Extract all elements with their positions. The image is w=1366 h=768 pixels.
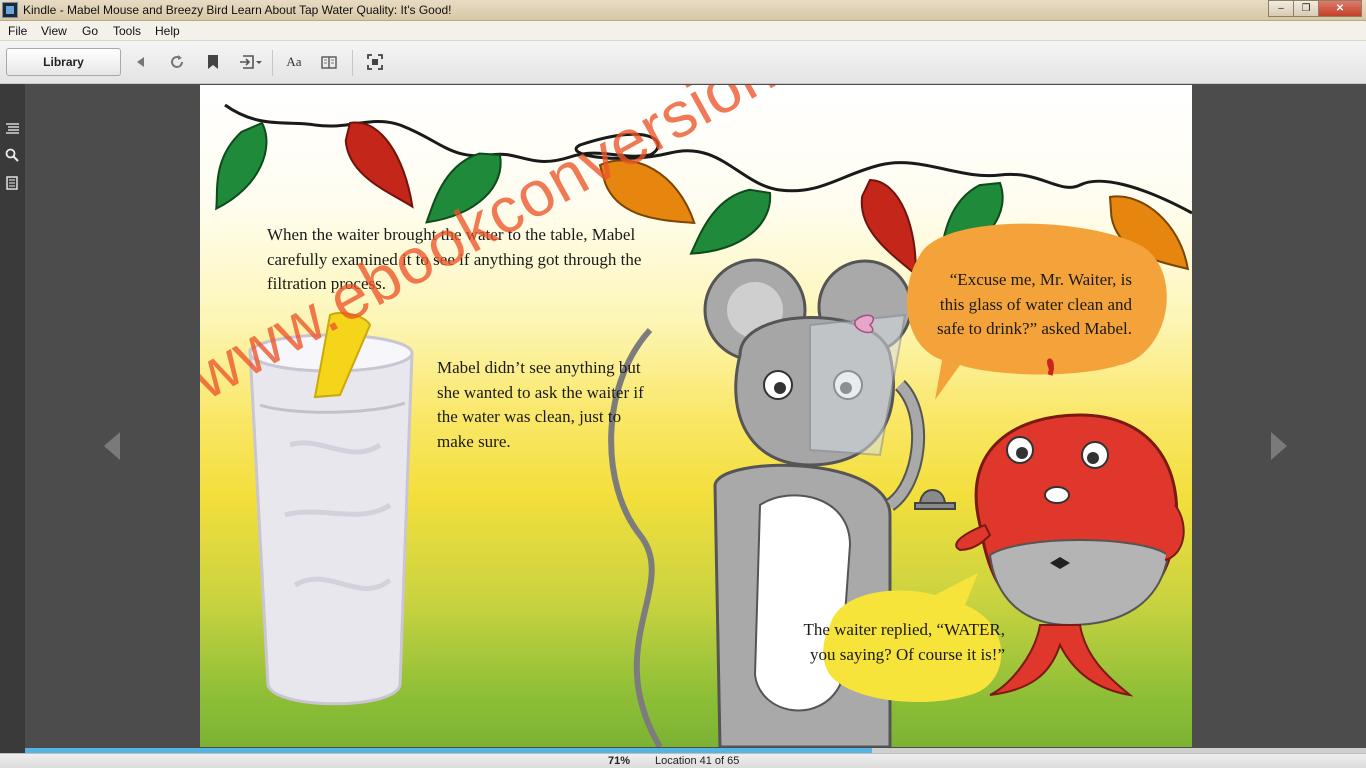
menu-bar: File View Go Tools Help [0,21,1366,41]
location-indicator: Location 41 of 65 [655,755,740,767]
view-mode-icon[interactable] [318,51,340,73]
window-title: Kindle - Mabel Mouse and Breezy Bird Lea… [23,3,452,17]
status-bar: 71% Location 41 of 65 [0,753,1366,768]
menu-file[interactable]: File [8,24,27,38]
menu-go[interactable]: Go [82,24,98,38]
previous-page-arrow-icon[interactable] [103,431,121,461]
mabel-speech-text: “Excuse me, Mr. Waiter, is this glass of… [937,270,1132,338]
goto-icon[interactable] [237,51,265,73]
font-icon[interactable]: Aa [283,51,305,73]
waiter-speech-text: The waiter replied, “WATER, you saying? … [803,620,1005,664]
search-icon[interactable] [4,147,20,163]
toolbar: Library Aa [0,41,1366,84]
notes-icon[interactable] [4,175,20,191]
next-page-arrow-icon[interactable] [1270,431,1288,461]
library-button[interactable]: Library [6,48,121,76]
menu-view[interactable]: View [41,24,67,38]
narration-paragraph-2: Mabel didn’t see anything but she wanted… [437,358,644,451]
book-page: When the waiter brought the water to the… [200,85,1192,747]
fullscreen-icon[interactable] [364,51,386,73]
toc-icon[interactable] [4,120,20,136]
window-controls: – ❐ ✕ [1268,0,1362,18]
progress-percent: 71% [608,755,631,767]
title-bar: Kindle - Mabel Mouse and Breezy Bird Lea… [0,0,1366,21]
kindle-app-icon [2,2,18,18]
back-icon[interactable] [130,51,152,73]
menu-tools[interactable]: Tools [113,24,141,38]
page-illustration [215,103,1192,747]
pepper-green-1 [215,121,268,211]
bookmark-icon[interactable] [202,51,224,73]
left-sidebar [0,84,25,768]
toolbar-separator [352,50,353,76]
menu-help[interactable]: Help [155,24,180,38]
toolbar-separator [272,50,273,76]
sync-icon[interactable] [166,51,188,73]
maximize-button[interactable]: ❐ [1293,0,1319,17]
minimize-button[interactable]: – [1268,0,1294,17]
close-button[interactable]: ✕ [1318,0,1362,17]
